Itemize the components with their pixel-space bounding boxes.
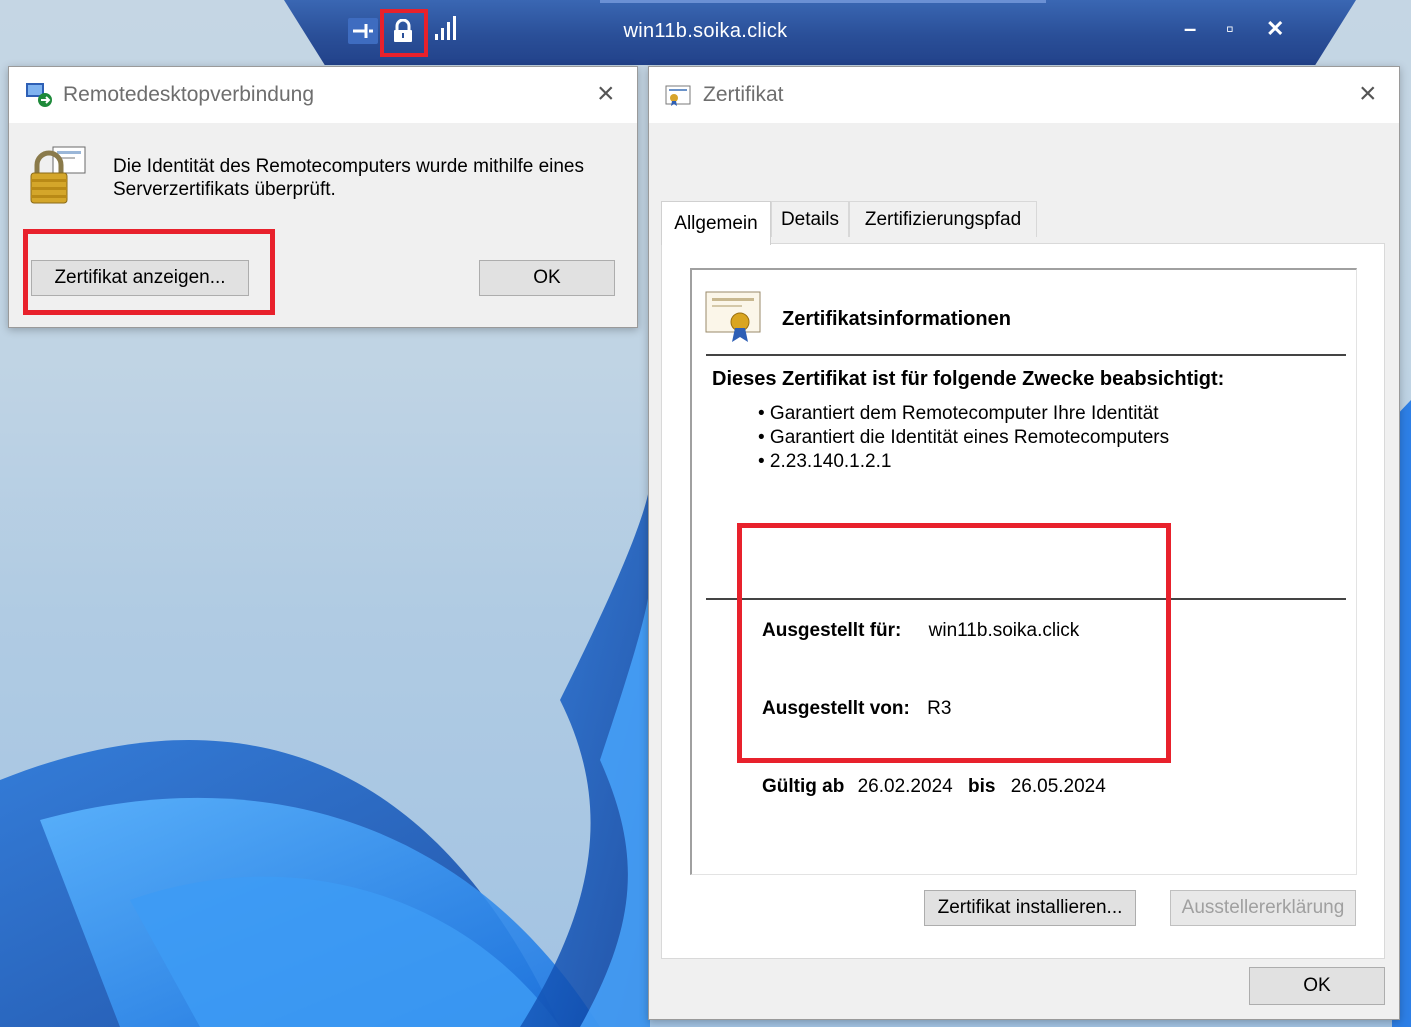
view-certificate-highlight — [23, 229, 275, 315]
info-heading: Zertifikatsinformationen — [782, 308, 1011, 330]
close-icon[interactable]: × — [597, 77, 615, 111]
valid-from-label: Gültig ab — [762, 776, 845, 797]
purpose-item: • Garantiert dem Remotecomputer Ihre Ide… — [758, 403, 1159, 424]
cert-dialog-title: Zertifikat — [703, 83, 784, 106]
certificate-icon — [705, 291, 761, 342]
valid-to-value: 26.05.2024 — [1010, 776, 1106, 797]
top-divider — [706, 354, 1346, 356]
issuer-statement-button: Ausstellererklärung — [1170, 890, 1356, 926]
signal-icon[interactable] — [432, 14, 458, 44]
minimize-button[interactable]: – — [1184, 16, 1196, 42]
certificate-icon — [665, 85, 691, 106]
purpose-item: • Garantiert die Identität eines Remotec… — [758, 427, 1170, 448]
connection-bar-title: win11b.soika.click — [623, 20, 788, 42]
install-certificate-button[interactable]: Zertifikat installieren... — [924, 890, 1136, 926]
lock-icon[interactable] — [390, 18, 416, 44]
purpose-list: • Garantiert dem Remotecomputer Ihre Ide… — [758, 402, 1169, 474]
close-icon[interactable]: × — [1359, 77, 1377, 111]
certificate-lock-icon — [30, 146, 86, 204]
valid-to-label: bis — [967, 776, 996, 797]
ok-button[interactable]: OK — [479, 260, 615, 296]
pin-icon[interactable] — [348, 18, 378, 44]
certificate-dialog: Zertifikat × Allgemein Details Zertifizi… — [648, 66, 1400, 1020]
connection-bar-highlight — [600, 0, 1046, 3]
dialog-title: Remotedesktopverbindung — [63, 83, 314, 106]
validity-row: Gültig ab 26.02.2024 bis 26.05.2024 — [762, 776, 1106, 798]
tab-allgemein[interactable]: Allgemein — [661, 201, 771, 245]
cert-ok-button[interactable]: OK — [1249, 967, 1385, 1005]
cert-titlebar: Zertifikat × — [649, 67, 1399, 123]
close-button[interactable]: ✕ — [1266, 16, 1284, 42]
purpose-item: • 2.23.140.1.2.1 — [758, 451, 892, 472]
restore-button[interactable]: ▫ — [1226, 16, 1234, 42]
tab-details[interactable]: Details — [771, 201, 849, 237]
valid-from-value: 26.02.2024 — [857, 776, 953, 797]
remote-desktop-icon — [26, 83, 52, 107]
remote-desktop-dialog: Remotedesktopverbindung × Die Identität … — [8, 66, 638, 328]
tab-zertifizierungspfad[interactable]: Zertifizierungspfad — [849, 201, 1037, 237]
dialog-titlebar: Remotedesktopverbindung × — [9, 67, 637, 123]
purpose-heading: Dieses Zertifikat ist für folgende Zweck… — [712, 368, 1225, 390]
cert-details-highlight — [737, 523, 1171, 763]
identity-message: Die Identität des Remotecomputers wurde … — [113, 156, 585, 200]
